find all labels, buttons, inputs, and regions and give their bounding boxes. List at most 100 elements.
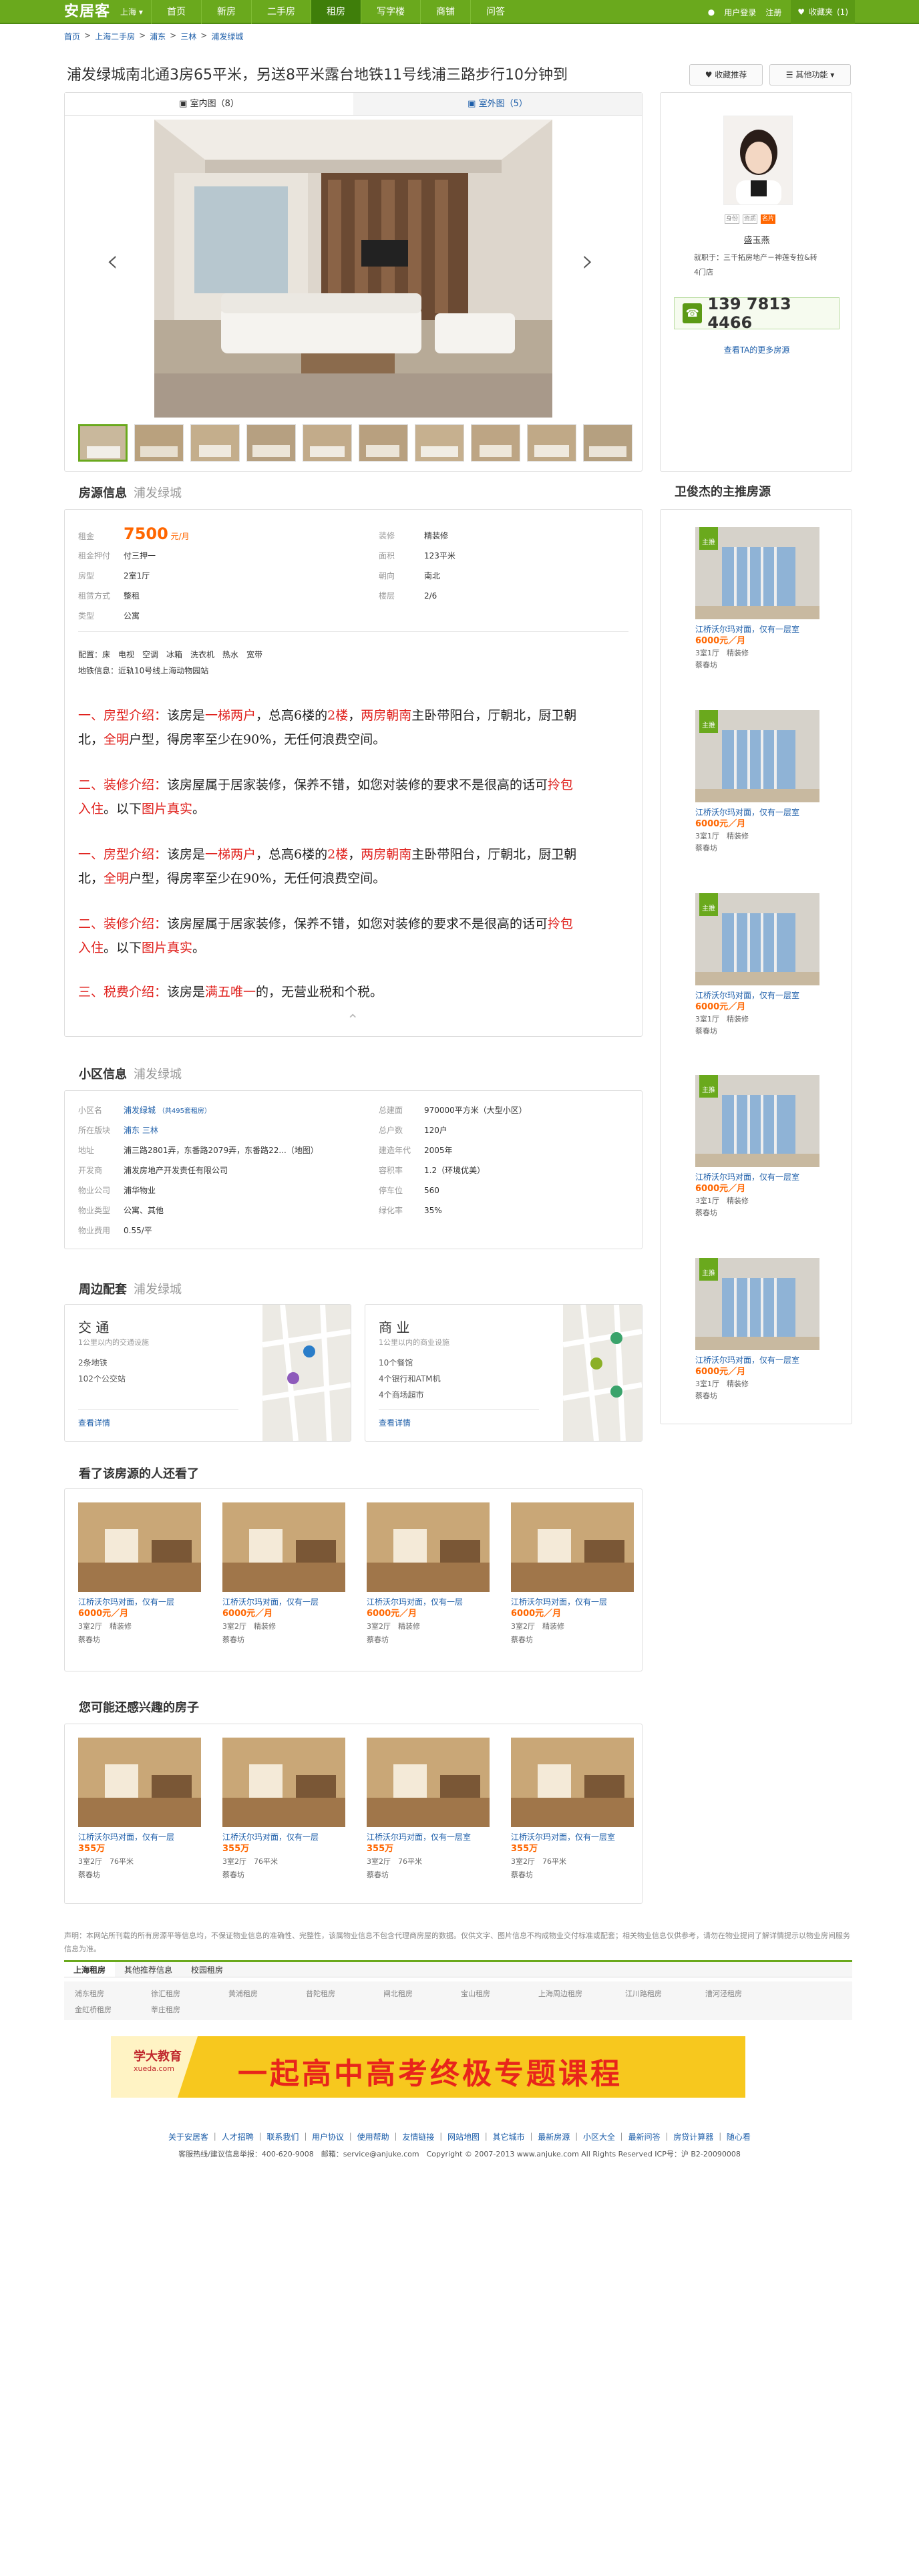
- thumbnail[interactable]: [78, 424, 128, 462]
- footer-link[interactable]: 闸北租房: [383, 1988, 413, 1999]
- listing-card[interactable]: 江桥沃尔玛对面，仅有一层 355万 3室2厅 76平米 蔡春坊: [78, 1738, 201, 1882]
- traffic-details-link[interactable]: 查看详情: [78, 1417, 110, 1428]
- thumbnail[interactable]: [527, 424, 576, 462]
- breadcrumb-area[interactable]: 三林: [180, 31, 196, 42]
- footer-link[interactable]: 普陀租房: [306, 1988, 335, 1999]
- business-item: 4个商场超市: [379, 1390, 424, 1400]
- tab-campus-rent[interactable]: 校园租房: [182, 1962, 232, 1977]
- footer-link[interactable]: 浦东租房: [75, 1988, 104, 1999]
- footer-nav-link[interactable]: 人才招聘: [222, 2132, 254, 2142]
- footer-link[interactable]: 黄浦租房: [228, 1988, 258, 1999]
- tab-indoor-photos[interactable]: ▣ 室内图（8）: [65, 93, 353, 115]
- info-type: 类型 公寓: [78, 611, 140, 621]
- agent-phone[interactable]: ☎ 139 7813 4466: [674, 295, 840, 332]
- footer-nav-link[interactable]: 房贷计算器: [673, 2132, 713, 2142]
- business-map[interactable]: [562, 1304, 642, 1442]
- footer-nav-link[interactable]: 随心看: [727, 2132, 751, 2142]
- footer-nav-link[interactable]: 小区大全: [583, 2132, 615, 2142]
- tab-other-recommend[interactable]: 其他推荐信息: [115, 1962, 182, 1977]
- thumbnail[interactable]: [190, 424, 240, 462]
- nav-shops[interactable]: 商铺: [420, 0, 470, 24]
- favorites-button[interactable]: ♥ 收藏夹 (1): [791, 0, 855, 24]
- footer-nav-link[interactable]: 使用帮助: [357, 2132, 389, 2142]
- footer-link[interactable]: 江川路租房: [625, 1988, 662, 1999]
- footer-link[interactable]: 徐汇租房: [151, 1988, 180, 1999]
- phone-icon: ☎: [683, 303, 703, 323]
- nav-home[interactable]: 首页: [151, 0, 201, 24]
- listing-card[interactable]: 江桥沃尔玛对面，仅有一层 6000元／月 3室2厅 精装修 蔡春坊: [511, 1502, 634, 1647]
- breadcrumb-city[interactable]: 上海二手房: [95, 31, 135, 42]
- listing-card[interactable]: 江桥沃尔玛对面，仅有一层 355万 3室2厅 76平米 蔡春坊: [222, 1738, 345, 1882]
- featured-badge: 主推: [699, 1075, 718, 1098]
- thumbnail[interactable]: [471, 424, 520, 462]
- nav-office[interactable]: 写字楼: [361, 0, 420, 24]
- collapse-chevron-icon[interactable]: ⌃: [347, 1012, 359, 1029]
- listing-card[interactable]: 江桥沃尔玛对面，仅有一层 6000元／月 3室2厅 精装修 蔡春坊: [78, 1502, 201, 1647]
- info-orientation: 朝向 南北: [379, 571, 441, 581]
- agent-avatar[interactable]: [723, 116, 793, 205]
- footer-nav-link[interactable]: 网站地图: [447, 2132, 480, 2142]
- footer-nav-link[interactable]: 联系我们: [266, 2132, 299, 2142]
- info-config: 配置：床 电视 空调 冰箱 洗衣机 热水 宽带: [78, 650, 263, 659]
- featured-listing[interactable]: 主推 江桥沃尔玛对面，仅有一层室 6000元／月 3室1厅 精装修 蔡春坊: [695, 527, 819, 671]
- community-green-rate: 绿化率 35%: [379, 1206, 442, 1215]
- listing-card[interactable]: 江桥沃尔玛对面，仅有一层室 355万 3室2厅 76平米 蔡春坊: [511, 1738, 634, 1882]
- footer-nav-link[interactable]: 其它城市: [493, 2132, 525, 2142]
- footer-link[interactable]: 漕河泾租房: [705, 1988, 742, 1999]
- footer-link[interactable]: 宝山租房: [461, 1988, 490, 1999]
- register-link[interactable]: 注册: [765, 7, 781, 18]
- featured-listing[interactable]: 主推 江桥沃尔玛对面，仅有一层室 6000元／月 3室1厅 精装修 蔡春坊: [695, 893, 819, 1037]
- nav-qa[interactable]: 问答: [470, 0, 520, 24]
- business-item: 10个餐馆: [379, 1358, 413, 1367]
- save-listing-button[interactable]: ♥ 收藏推荐: [689, 64, 763, 86]
- footer-nav-link[interactable]: 关于安居客: [168, 2132, 208, 2142]
- featured-listing[interactable]: 主推 江桥沃尔玛对面，仅有一层室 6000元／月 3室1厅 精装修 蔡春坊: [695, 1075, 819, 1219]
- thumbnail[interactable]: [303, 424, 352, 462]
- agent-more-listings-link[interactable]: 查看TA的更多房源: [661, 344, 853, 355]
- prev-arrow-icon[interactable]: ‹: [106, 243, 118, 279]
- thumbnail[interactable]: [134, 424, 184, 462]
- footer-nav-link[interactable]: 最新房源: [538, 2132, 570, 2142]
- traffic-map[interactable]: [262, 1304, 351, 1442]
- listing-card[interactable]: 江桥沃尔玛对面，仅有一层 6000元／月 3室2厅 精装修 蔡春坊: [222, 1502, 345, 1647]
- footer-nav-link[interactable]: 用户协议: [312, 2132, 344, 2142]
- community-name: 小区名 浦发绿城 （共495套租房）: [78, 1106, 211, 1115]
- ad-site: xueda.com: [134, 2064, 174, 2073]
- footer-link[interactable]: 莘庄租房: [151, 2004, 180, 2015]
- nav-rent[interactable]: 租房: [311, 0, 361, 24]
- community-address: 地址 浦三路2801弄，东番路2079弄，东番路22...（地图）: [78, 1146, 319, 1155]
- business-details-link[interactable]: 查看详情: [379, 1417, 411, 1428]
- disclaimer: 声明：本网站所刊载的所有房源平等信息均，不保证物业信息的准确性、完整性，该属物业…: [64, 1931, 850, 1953]
- business-title: 商 业: [379, 1319, 410, 1335]
- info-rent: 租金 7500 元/月: [78, 524, 190, 543]
- tab-shanghai-rent[interactable]: 上海租房: [64, 1962, 116, 1977]
- footer-nav-link[interactable]: 友情链接: [402, 2132, 434, 2142]
- thumbnail[interactable]: [359, 424, 408, 462]
- thumbnail[interactable]: [415, 424, 464, 462]
- thumbnail[interactable]: [583, 424, 632, 462]
- footer-link[interactable]: 上海周边租房: [538, 1988, 582, 1999]
- breadcrumb-community[interactable]: 浦发绿城: [211, 31, 243, 42]
- featured-listing[interactable]: 主推 江桥沃尔玛对面，仅有一层室 6000元／月 3室1厅 精装修 蔡春坊: [695, 710, 819, 854]
- listing-card[interactable]: 江桥沃尔玛对面，仅有一层室 355万 3室2厅 76平米 蔡春坊: [367, 1738, 490, 1882]
- next-arrow-icon[interactable]: ›: [582, 243, 594, 279]
- nav-new-homes[interactable]: 新房: [201, 0, 251, 24]
- tab-outdoor-photos[interactable]: ▣ 室外图（5）: [353, 93, 642, 115]
- listing-card[interactable]: 江桥沃尔玛对面，仅有一层 6000元／月 3室2厅 精装修 蔡春坊: [367, 1502, 490, 1647]
- ad-brand: 学大教育: [134, 2050, 182, 2064]
- user-icon: ●: [707, 7, 715, 17]
- nav-second-hand[interactable]: 二手房: [251, 0, 311, 24]
- site-logo[interactable]: 安居客: [64, 3, 110, 21]
- copyright: 客服热线/建议信息举报：400-620-9008 邮箱：service@anju…: [178, 2150, 741, 2158]
- featured-badge: 主推: [699, 1258, 718, 1281]
- breadcrumb-home[interactable]: 首页: [64, 31, 80, 42]
- footer-link[interactable]: 金虹桥租房: [75, 2004, 112, 2015]
- footer-nav-link[interactable]: 最新问答: [628, 2132, 661, 2142]
- ad-banner[interactable]: 学大教育 xueda.com 一起高中高考终极专题课程: [111, 2036, 745, 2098]
- more-actions-button[interactable]: ☰ 其他功能 ▾: [769, 64, 851, 86]
- featured-listing[interactable]: 主推 江桥沃尔玛对面，仅有一层室 6000元／月 3室1厅 精装修 蔡春坊: [695, 1258, 819, 1402]
- thumbnail[interactable]: [246, 424, 296, 462]
- login-link[interactable]: 用户登录: [724, 7, 756, 18]
- breadcrumb-district[interactable]: 浦东: [150, 31, 166, 42]
- city-switcher[interactable]: 上海 ▾: [120, 5, 143, 19]
